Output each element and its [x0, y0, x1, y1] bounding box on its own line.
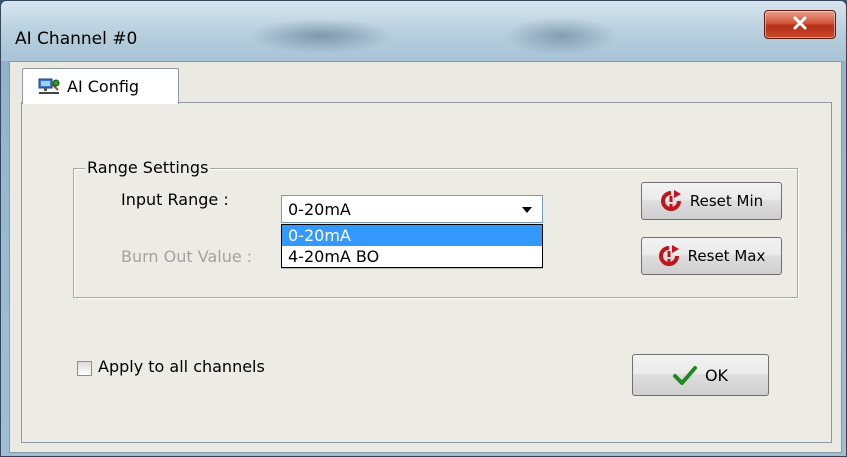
reset-max-button[interactable]: Reset Max: [641, 237, 782, 275]
input-range-dropdown-list: 0-20mA 4-20mA BO: [281, 224, 543, 268]
dialog-window: AI Channel #0 AI Config Range Settings I…: [0, 0, 847, 457]
tab-ai-config[interactable]: AI Config: [22, 68, 179, 104]
range-settings-legend: Range Settings: [85, 158, 211, 177]
reset-arrow-icon: [658, 245, 680, 267]
reset-min-button[interactable]: Reset Min: [641, 182, 782, 220]
chevron-down-icon[interactable]: [522, 207, 532, 213]
apply-all-checkbox[interactable]: [77, 361, 92, 376]
ok-label: OK: [704, 365, 729, 385]
title-bar[interactable]: AI Channel #0: [1, 1, 846, 61]
reset-max-label: Reset Max: [687, 247, 766, 265]
apply-all-label[interactable]: Apply to all channels: [98, 357, 265, 376]
input-range-select[interactable]: 0-20mA: [281, 195, 543, 223]
checkmark-icon: [672, 365, 697, 385]
reset-min-label: Reset Min: [689, 192, 764, 210]
input-range-value: 0-20mA: [288, 199, 351, 219]
network-config-icon: [37, 77, 61, 97]
dropdown-option-0-20ma[interactable]: 0-20mA: [282, 225, 542, 246]
burn-out-value-label: Burn Out Value :: [121, 247, 253, 266]
reset-arrow-icon: [660, 190, 682, 212]
ok-button[interactable]: OK: [632, 354, 769, 396]
input-range-label: Input Range :: [121, 190, 229, 209]
close-x-icon: [791, 14, 809, 36]
close-button[interactable]: [764, 10, 836, 39]
dropdown-option-4-20ma-bo[interactable]: 4-20mA BO: [282, 246, 542, 267]
tab-label: AI Config: [67, 77, 140, 96]
window-title: AI Channel #0: [15, 29, 138, 49]
